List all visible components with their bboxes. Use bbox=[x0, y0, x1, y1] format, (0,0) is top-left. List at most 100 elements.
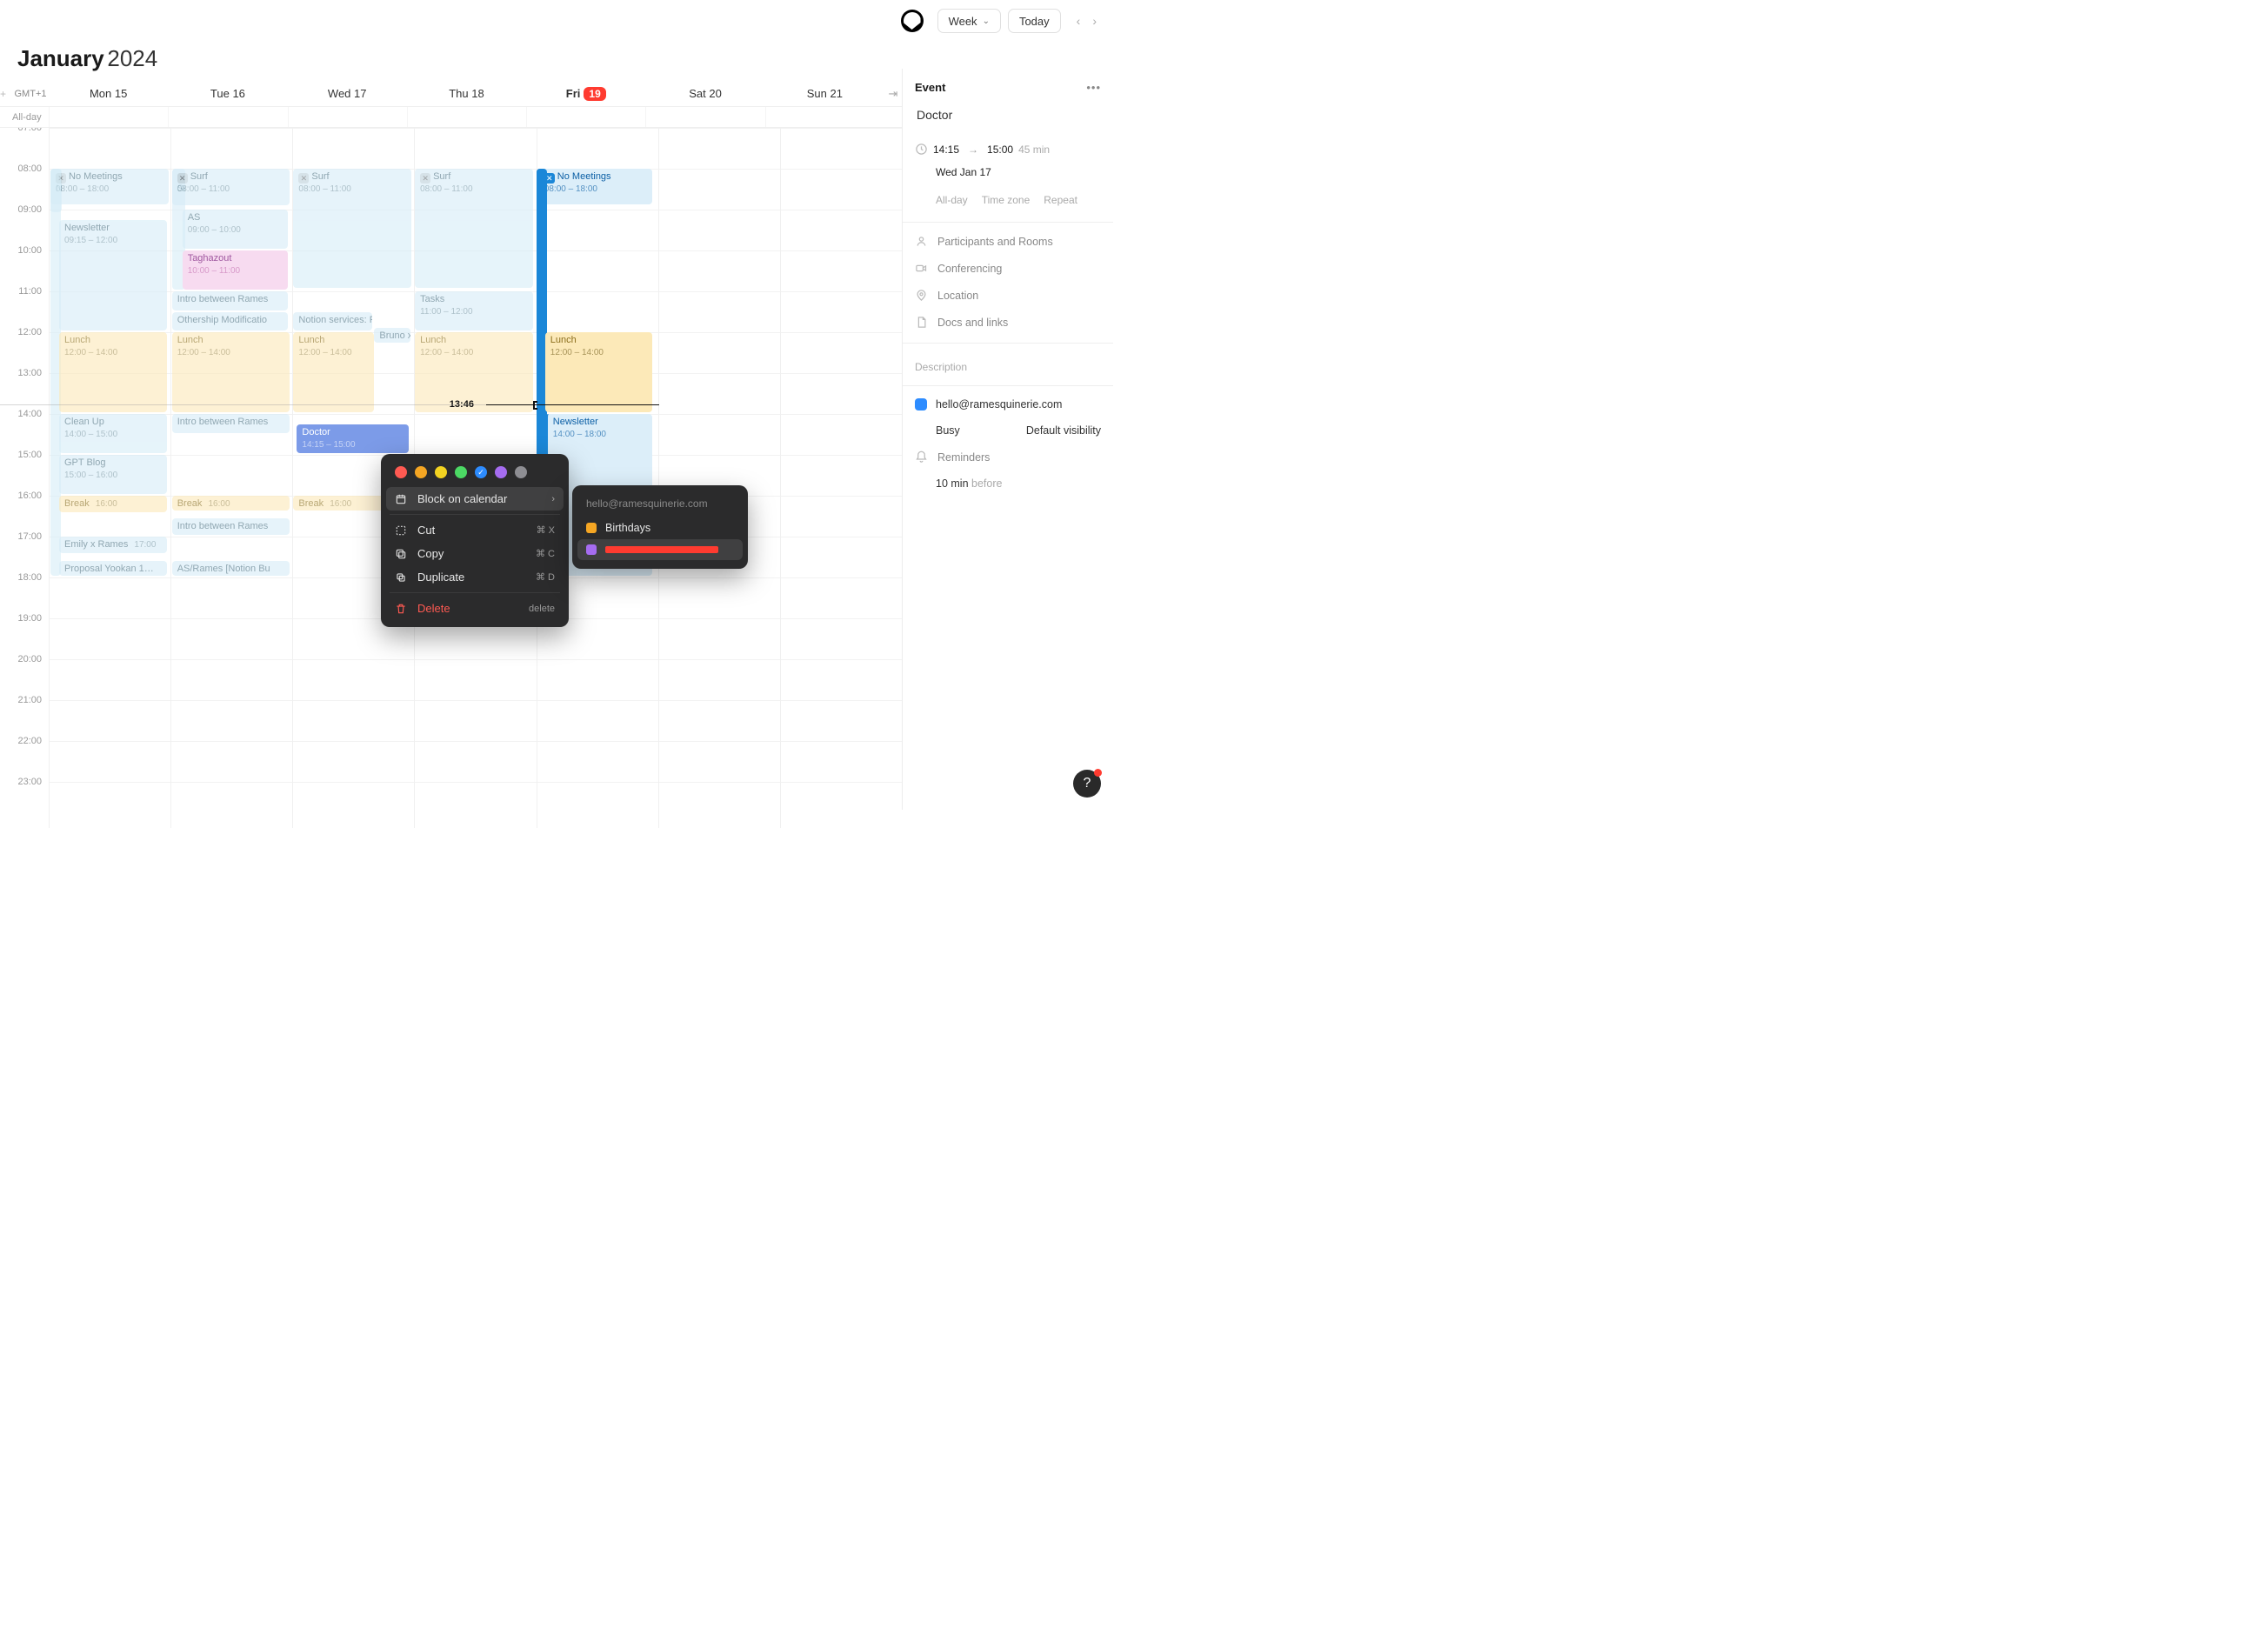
event-block[interactable]: Othership Modificatio bbox=[172, 312, 289, 331]
opt-repeat[interactable]: Repeat bbox=[1044, 194, 1077, 206]
calendar-account[interactable]: hello@ramesquinerie.com bbox=[915, 398, 1101, 410]
event-block[interactable]: Tasks11:00 – 12:00 bbox=[415, 291, 533, 330]
next-week-button[interactable]: › bbox=[1089, 14, 1100, 28]
time-label: 18:00 bbox=[17, 572, 42, 583]
day-header[interactable]: Thu 18 bbox=[407, 87, 526, 101]
event-block[interactable]: AS/Rames [Notion Bu bbox=[172, 561, 290, 576]
event-block[interactable]: Lunch12:00 – 14:00 bbox=[415, 332, 533, 412]
help-icon: ? bbox=[1084, 776, 1091, 791]
conferencing-field[interactable]: Conferencing bbox=[915, 262, 1101, 275]
avatar[interactable] bbox=[901, 10, 924, 32]
event-block[interactable]: ✕Surf08:00 – 11:00 bbox=[415, 169, 533, 288]
event-block[interactable]: Intro between Rames bbox=[172, 414, 290, 433]
event-block[interactable]: Intro between Rames bbox=[172, 518, 290, 535]
prev-week-button[interactable]: ‹ bbox=[1073, 14, 1084, 28]
event-block[interactable]: Newsletter09:15 – 12:00 bbox=[59, 220, 167, 330]
calendar-submenu: hello@ramesquinerie.com Birthdays bbox=[572, 485, 748, 569]
event-block[interactable]: Emily x Rames 17:00 bbox=[59, 537, 167, 553]
event-block[interactable]: Lunch12:00 – 14:00 bbox=[59, 332, 167, 412]
color-option[interactable] bbox=[455, 466, 467, 478]
event-block[interactable]: ✕No Meetings08:00 – 18:00 bbox=[50, 169, 169, 204]
event-block[interactable]: ✕Surf08:00 – 11:00 bbox=[172, 169, 290, 205]
time-label: 14:00 bbox=[17, 409, 42, 419]
docs-field[interactable]: Docs and links bbox=[915, 316, 1101, 329]
event-block[interactable]: Break 16:00 bbox=[172, 496, 290, 511]
color-option[interactable] bbox=[415, 466, 427, 478]
color-option[interactable] bbox=[435, 466, 447, 478]
people-icon bbox=[915, 235, 929, 248]
submenu-item-redacted[interactable] bbox=[577, 539, 743, 560]
color-option[interactable] bbox=[475, 466, 487, 478]
day-header[interactable]: Sat 20 bbox=[645, 87, 764, 101]
color-option[interactable] bbox=[515, 466, 527, 478]
day-header[interactable]: Sun 21 bbox=[765, 87, 884, 101]
location-icon bbox=[915, 289, 929, 302]
event-block[interactable]: Lunch12:00 – 14:00 bbox=[172, 332, 290, 412]
event-block[interactable]: Intro between Rames bbox=[172, 291, 289, 310]
opt-allday[interactable]: All-day bbox=[936, 194, 968, 206]
day-header[interactable]: Mon 15 bbox=[49, 87, 168, 101]
time-label: 12:00 bbox=[17, 327, 42, 337]
event-block[interactable]: Bruno x bbox=[374, 328, 410, 343]
day-header[interactable]: Tue 16 bbox=[168, 87, 287, 101]
participants-field[interactable]: Participants and Rooms bbox=[915, 235, 1101, 248]
time-label: 19:00 bbox=[17, 613, 42, 624]
location-field[interactable]: Location bbox=[915, 289, 1101, 302]
day-header[interactable]: Fri19 bbox=[526, 87, 645, 101]
redacted-text bbox=[605, 546, 718, 553]
description-field[interactable]: Description bbox=[915, 356, 1101, 378]
opt-timezone[interactable]: Time zone bbox=[982, 194, 1031, 206]
time-label: 09:00 bbox=[17, 204, 42, 215]
bell-icon bbox=[915, 451, 929, 464]
indent-icon[interactable]: ⇥ bbox=[884, 87, 902, 101]
time-label: 17:00 bbox=[17, 531, 42, 542]
menu-copy[interactable]: Copy ⌘ C bbox=[386, 542, 564, 565]
add-calendar-icon[interactable]: + bbox=[0, 88, 12, 100]
event-block[interactable]: Doctor14:15 – 15:00 bbox=[297, 424, 409, 453]
event-title-field[interactable]: Doctor bbox=[915, 108, 1101, 122]
visibility-field[interactable]: Default visibility bbox=[1026, 424, 1101, 437]
day-header[interactable]: Wed 17 bbox=[288, 87, 407, 101]
event-block[interactable]: AS09:00 – 10:00 bbox=[183, 210, 289, 249]
event-date[interactable]: Wed Jan 17 bbox=[915, 166, 1101, 178]
event-block[interactable]: GPT Blog15:00 – 16:00 bbox=[59, 455, 167, 494]
event-block[interactable]: ✕No Meetings08:00 – 18:00 bbox=[537, 169, 653, 204]
time-label: 13:00 bbox=[17, 368, 42, 378]
event-block[interactable]: Proposal Yookan 1… bbox=[59, 561, 167, 576]
busy-field[interactable]: Busy bbox=[936, 424, 960, 437]
menu-duplicate[interactable]: Duplicate ⌘ D bbox=[386, 565, 564, 589]
video-icon bbox=[915, 262, 929, 275]
more-icon[interactable]: ••• bbox=[1086, 81, 1101, 94]
color-option[interactable] bbox=[395, 466, 407, 478]
event-block[interactable]: Taghazout10:00 – 11:00 bbox=[183, 250, 289, 290]
event-block[interactable]: Break 16:00 bbox=[59, 496, 167, 512]
cut-icon bbox=[395, 524, 409, 537]
doc-icon bbox=[915, 316, 929, 329]
event-time-row[interactable]: 14:15 → 15:00 45 min bbox=[915, 143, 1101, 156]
event-block[interactable]: Lunch12:00 – 14:00 bbox=[545, 332, 653, 412]
menu-cut[interactable]: Cut ⌘ X bbox=[386, 518, 564, 542]
today-button[interactable]: Today bbox=[1008, 9, 1061, 33]
time-label: 15:00 bbox=[17, 450, 42, 460]
menu-block-on-calendar[interactable]: Block on calendar › bbox=[386, 487, 564, 511]
event-block[interactable]: Clean Up14:00 – 15:00 bbox=[59, 414, 167, 453]
event-block[interactable]: Notion services: Ram bbox=[293, 312, 372, 331]
view-label: Week bbox=[949, 15, 977, 28]
menu-delete[interactable]: Delete delete bbox=[386, 597, 564, 620]
color-option[interactable] bbox=[495, 466, 507, 478]
duplicate-icon bbox=[395, 571, 409, 584]
calendar-color-square bbox=[586, 544, 597, 555]
event-block[interactable]: ✕Surf08:00 – 11:00 bbox=[293, 169, 411, 288]
submenu-email: hello@ramesquinerie.com bbox=[577, 492, 743, 517]
reminders-field[interactable]: Reminders bbox=[915, 451, 1101, 464]
help-button[interactable]: ? bbox=[1073, 770, 1101, 798]
reminder-value[interactable]: 10 min before bbox=[915, 477, 1101, 490]
event-sidebar: Event ••• Doctor 14:15 → 15:00 45 min We… bbox=[902, 69, 1113, 810]
trash-icon bbox=[395, 603, 409, 615]
clock-icon bbox=[915, 143, 928, 156]
view-dropdown[interactable]: Week ⌄ bbox=[937, 9, 1001, 33]
event-block[interactable]: Lunch12:00 – 14:00 bbox=[293, 332, 373, 412]
submenu-birthdays[interactable]: Birthdays bbox=[577, 517, 743, 539]
time-label: 07:00 bbox=[17, 128, 42, 133]
time-label: 21:00 bbox=[17, 695, 42, 705]
